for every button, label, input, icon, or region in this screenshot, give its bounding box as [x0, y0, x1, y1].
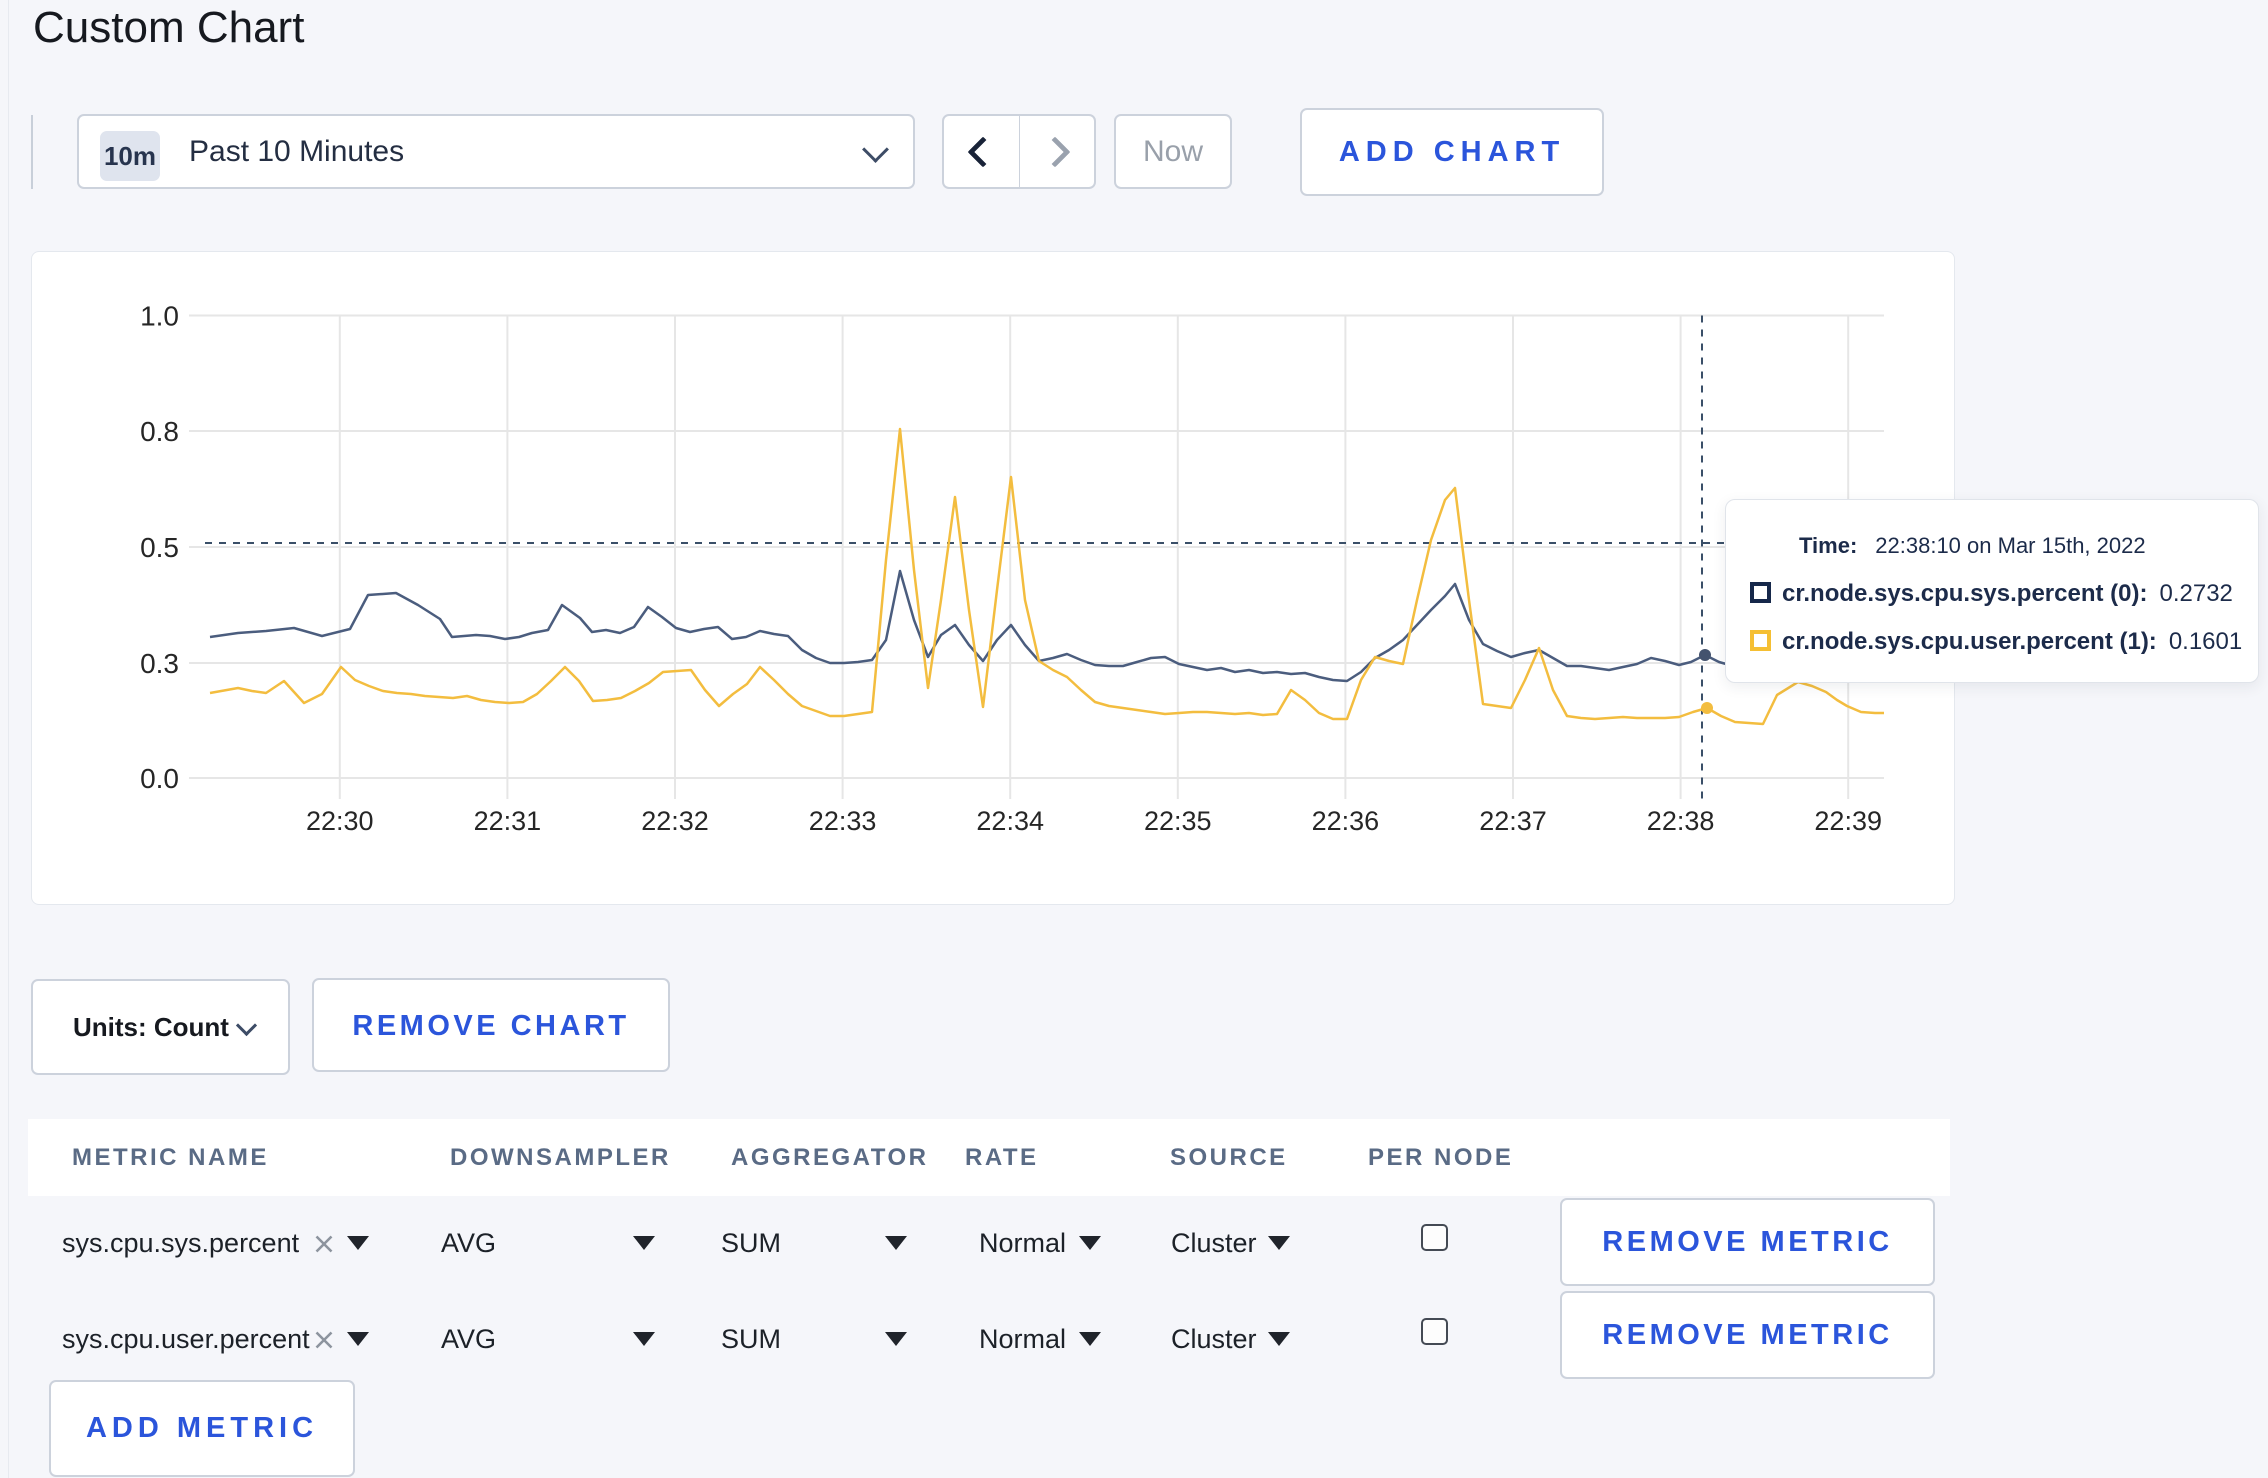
svg-text:22:37: 22:37 — [1479, 806, 1547, 836]
svg-text:0.3: 0.3 — [140, 648, 179, 679]
svg-text:22:33: 22:33 — [809, 806, 877, 836]
svg-text:22:31: 22:31 — [474, 806, 542, 836]
svg-text:22:32: 22:32 — [641, 806, 709, 836]
svg-text:22:35: 22:35 — [1144, 806, 1212, 836]
svg-text:22:34: 22:34 — [976, 806, 1044, 836]
svg-text:0.5: 0.5 — [140, 532, 179, 563]
svg-text:22:36: 22:36 — [1312, 806, 1380, 836]
svg-text:0.0: 0.0 — [140, 763, 179, 794]
svg-text:22:39: 22:39 — [1814, 806, 1882, 836]
svg-text:22:38: 22:38 — [1647, 806, 1715, 836]
svg-text:22:30: 22:30 — [306, 806, 374, 836]
svg-text:1.0: 1.0 — [140, 301, 179, 332]
svg-text:0.8: 0.8 — [140, 416, 179, 447]
